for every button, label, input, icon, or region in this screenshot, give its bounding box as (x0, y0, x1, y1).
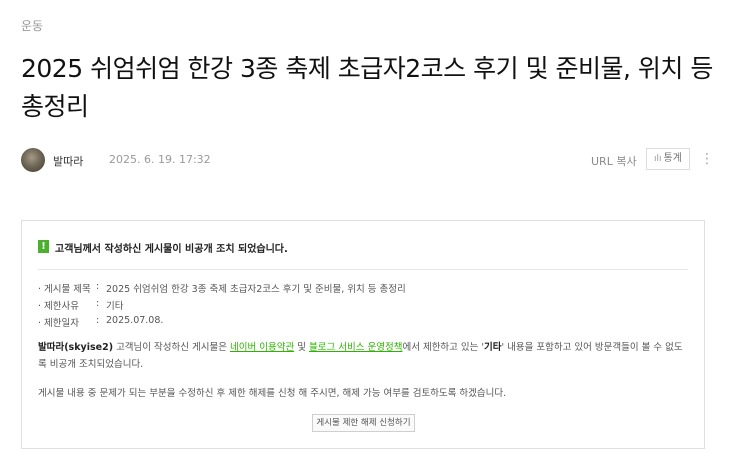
notice-heading: 고객님께서 작성하신 게시물이 비공개 조치 되었습니다. (55, 244, 288, 255)
author-avatar[interactable] (21, 148, 45, 172)
info-row-reason: · 제한사유 : 기타 (38, 298, 688, 315)
restriction-notice-box: ! 고객님께서 작성하신 게시물이 비공개 조치 되었습니다. · 게시물 제목… (21, 220, 705, 449)
notice-header: ! 고객님께서 작성하신 게시물이 비공개 조치 되었습니다. (38, 239, 688, 255)
info-value: 2025.07.08. (106, 315, 164, 326)
post-meta-row: 발따라 2025. 6. 19. 17:32 URL 복사 ılı 통계 ⋮ (21, 148, 721, 174)
notice-body-paragraph: 발따라(skyise2) 고객님이 작성하신 게시물은 네이버 이용약관 및 블… (38, 339, 688, 373)
body-text-1: 고객님이 작성하신 게시물은 (113, 342, 231, 353)
blog-policy-link[interactable]: 블로그 서비스 운영정책 (309, 342, 402, 353)
release-request-button[interactable]: 게시물 제한 해제 신청하기 (312, 414, 415, 432)
body-text-3: 에서 제한하고 있는 ' (402, 342, 485, 353)
post-date: 2025. 6. 19. 17:32 (109, 153, 211, 166)
user-id: 발따라(skyise2) (38, 342, 114, 353)
bar-chart-icon: ılı (654, 154, 662, 164)
info-label: · 제한사유 (38, 301, 80, 312)
info-row-title: · 게시물 제목 : 2025 쉬엄쉬엄 한강 3종 축제 초급자2코스 후기 … (38, 281, 688, 298)
stats-label: 통계 (663, 153, 682, 164)
info-colon: : (96, 298, 100, 309)
info-row-date: · 제한일자 : 2025.07.08. (38, 315, 688, 332)
info-colon: : (96, 281, 100, 292)
more-options-icon[interactable]: ⋮ (700, 150, 714, 168)
info-value: 기타 (106, 301, 124, 312)
naver-terms-link[interactable]: 네이버 이용약관 (230, 342, 294, 353)
notice-divider (38, 269, 688, 270)
url-copy-button[interactable]: URL 복사 (591, 153, 637, 169)
stats-button[interactable]: ılı 통계 (646, 148, 690, 170)
info-label: · 제한일자 (38, 318, 80, 329)
warning-icon: ! (38, 240, 49, 253)
category-label[interactable]: 운동 (21, 17, 43, 34)
info-value: 2025 쉬엄쉬엄 한강 3종 축제 초급자2코스 후기 및 준비물, 위치 등… (106, 284, 406, 295)
author-name[interactable]: 발따라 (53, 153, 83, 169)
body-text-2: 및 (294, 342, 309, 353)
info-colon: : (96, 315, 100, 326)
restriction-reason: 기타 (484, 342, 502, 353)
info-label: · 게시물 제목 (38, 284, 91, 295)
post-title: 2025 쉬엄쉬엄 한강 3종 축제 초급자2코스 후기 및 준비물, 위치 등… (21, 54, 713, 121)
notice-info-list: · 게시물 제목 : 2025 쉬엄쉬엄 한강 3종 축제 초급자2코스 후기 … (38, 281, 688, 332)
notice-body-paragraph-2: 게시물 내용 중 문제가 되는 부분을 수정하신 후 제한 해제를 신청 해 주… (38, 388, 507, 399)
